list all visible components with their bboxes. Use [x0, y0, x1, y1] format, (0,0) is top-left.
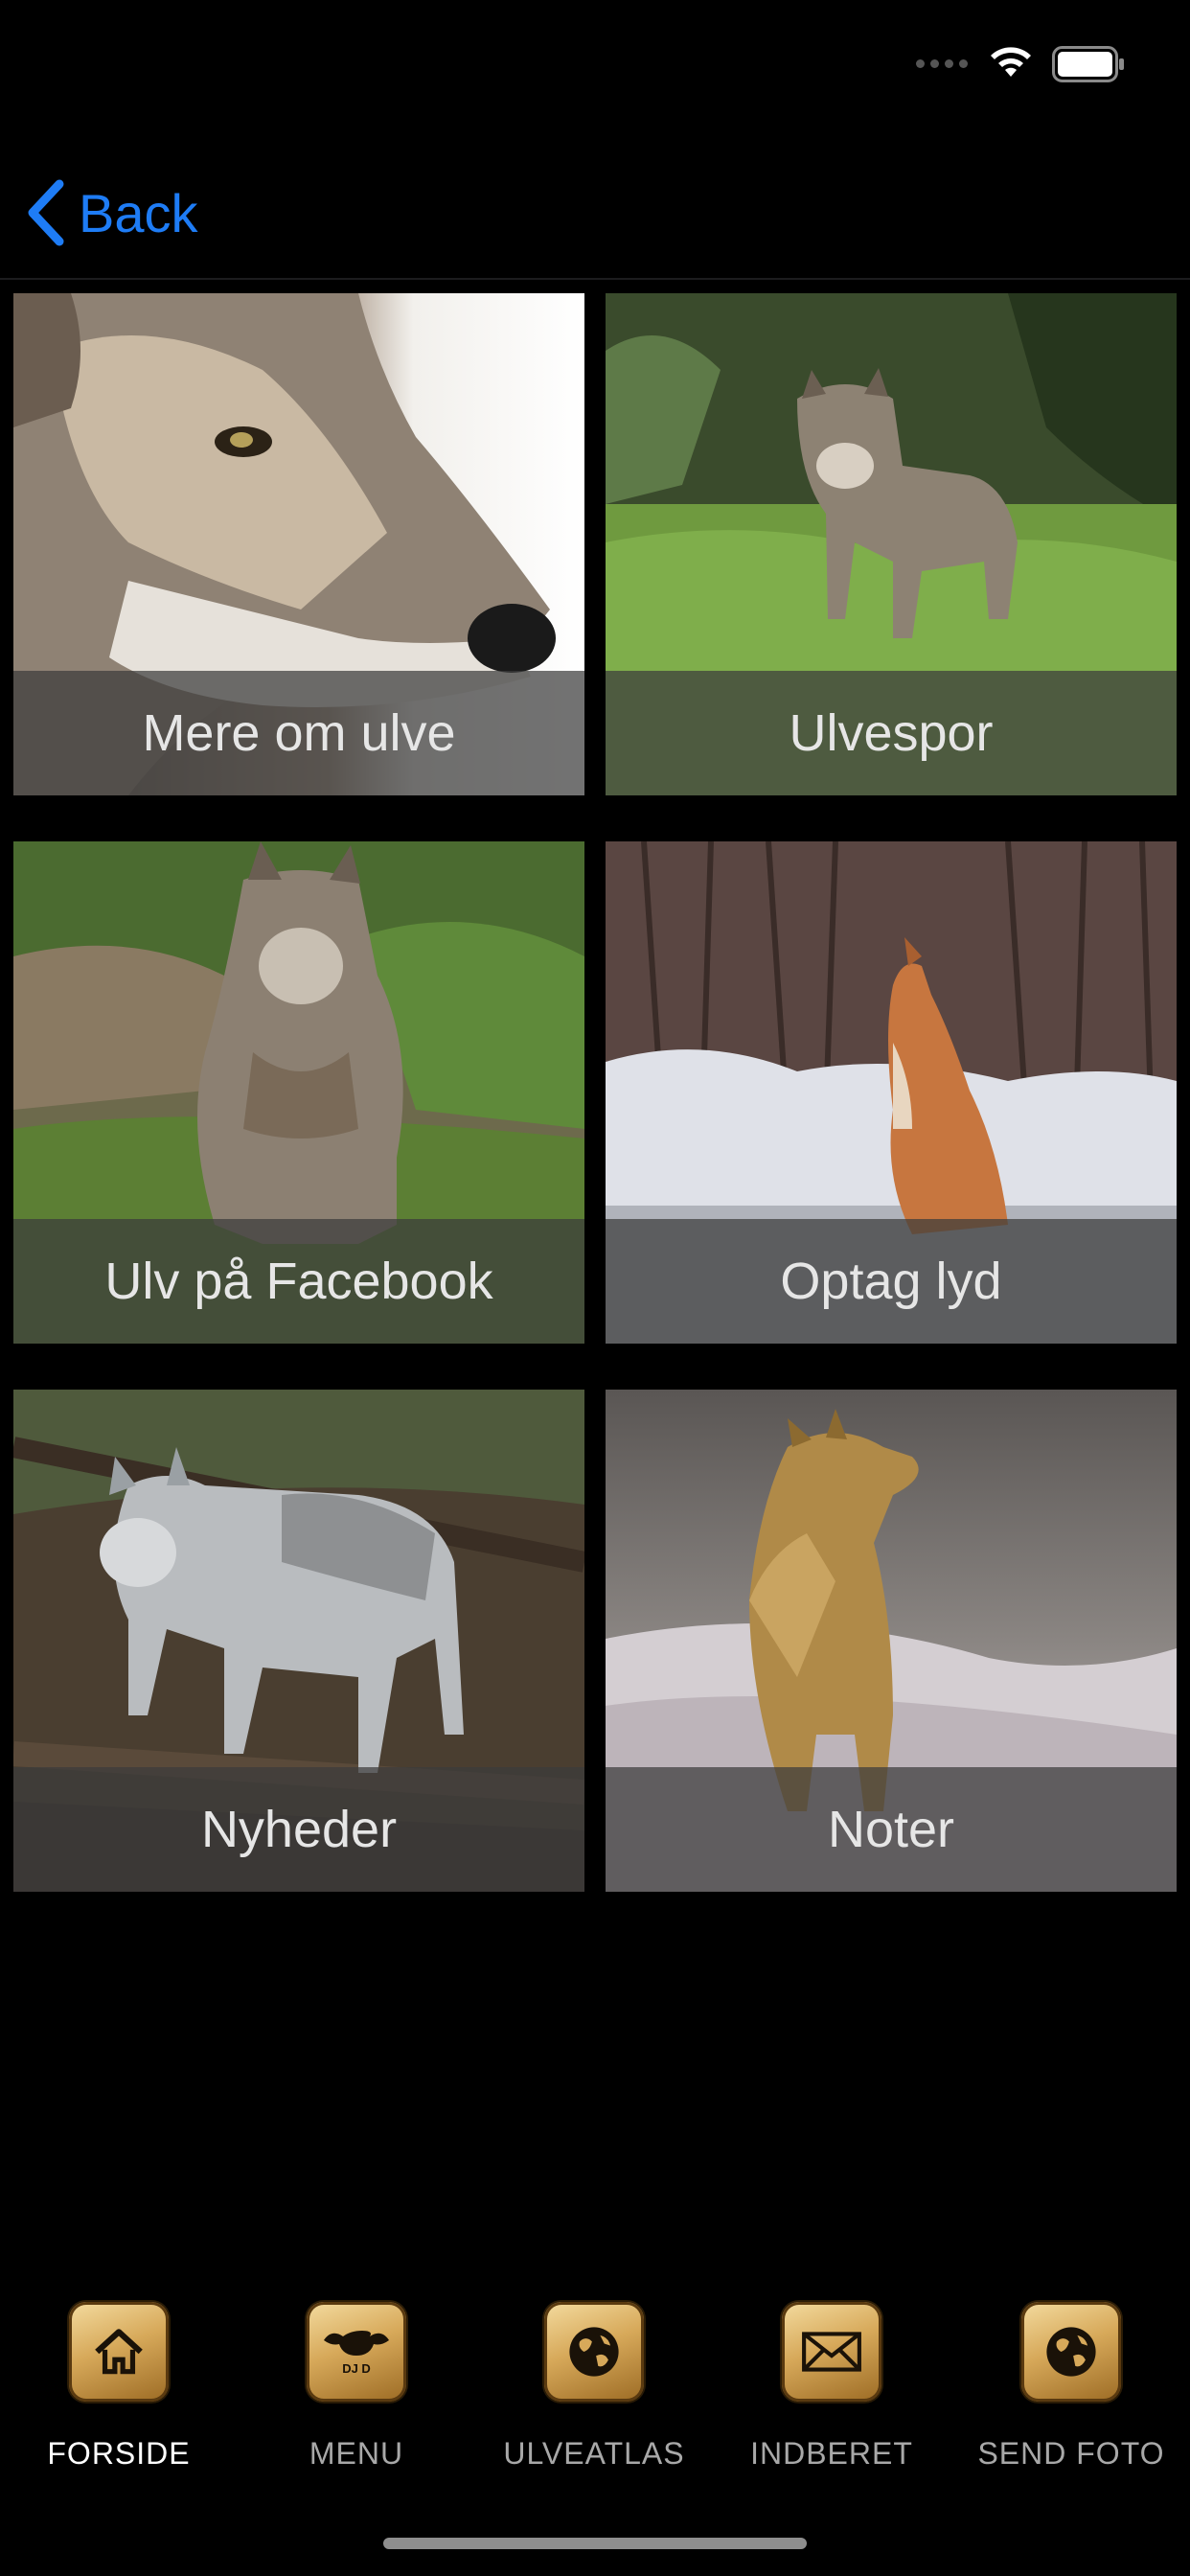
tab-menu[interactable]: DJ D MENU [238, 2281, 475, 2472]
status-bar [0, 0, 1190, 134]
tab-forside[interactable]: FORSIDE [0, 2281, 238, 2472]
globe-icon [544, 2302, 644, 2402]
back-label: Back [79, 182, 198, 243]
tab-label: FORSIDE [47, 2436, 191, 2471]
tile-optag-lyd[interactable]: Optag lyd [606, 841, 1177, 1344]
tile-ulv-pa-facebook[interactable]: Ulv på Facebook [13, 841, 584, 1344]
battery-icon [1052, 46, 1124, 82]
home-icon [69, 2302, 169, 2402]
tab-label: MENU [309, 2436, 404, 2471]
wifi-icon [991, 47, 1031, 77]
tile-label: Ulv på Facebook [13, 1219, 584, 1344]
tab-label: SEND FOTO [977, 2436, 1165, 2471]
tab-indberet[interactable]: INDBERET [713, 2281, 950, 2472]
chevron-left-icon [28, 179, 64, 246]
tab-send-foto[interactable]: SEND FOTO [952, 2281, 1190, 2472]
buffalo-logo-icon: DJ D [307, 2302, 406, 2402]
tab-bar: FORSIDE DJ D MENU ULVEATLAS INDBERET SEN… [0, 2281, 1190, 2492]
tile-nyheder[interactable]: Nyheder [13, 1390, 584, 1892]
envelope-icon [782, 2302, 881, 2402]
tile-mere-om-ulve[interactable]: Mere om ulve [13, 293, 584, 795]
tab-label: ULVEATLAS [503, 2436, 685, 2471]
tile-label: Nyheder [13, 1767, 584, 1892]
tile-label: Ulvespor [606, 671, 1177, 795]
svg-text:DJ D: DJ D [342, 2361, 371, 2376]
globe-icon [1021, 2302, 1121, 2402]
tile-label: Optag lyd [606, 1219, 1177, 1344]
tile-label: Mere om ulve [13, 671, 584, 795]
tile-ulvespor[interactable]: Ulvespor [606, 293, 1177, 795]
tab-ulveatlas[interactable]: ULVEATLAS [475, 2281, 713, 2472]
navigation-bar: Back [0, 144, 1190, 280]
tab-label: INDBERET [750, 2436, 913, 2471]
tile-noter[interactable]: Noter [606, 1390, 1177, 1892]
tile-label: Noter [606, 1767, 1177, 1892]
home-indicator [383, 2538, 807, 2549]
cellular-signal-icon [916, 59, 968, 68]
back-button[interactable]: Back [25, 174, 198, 251]
